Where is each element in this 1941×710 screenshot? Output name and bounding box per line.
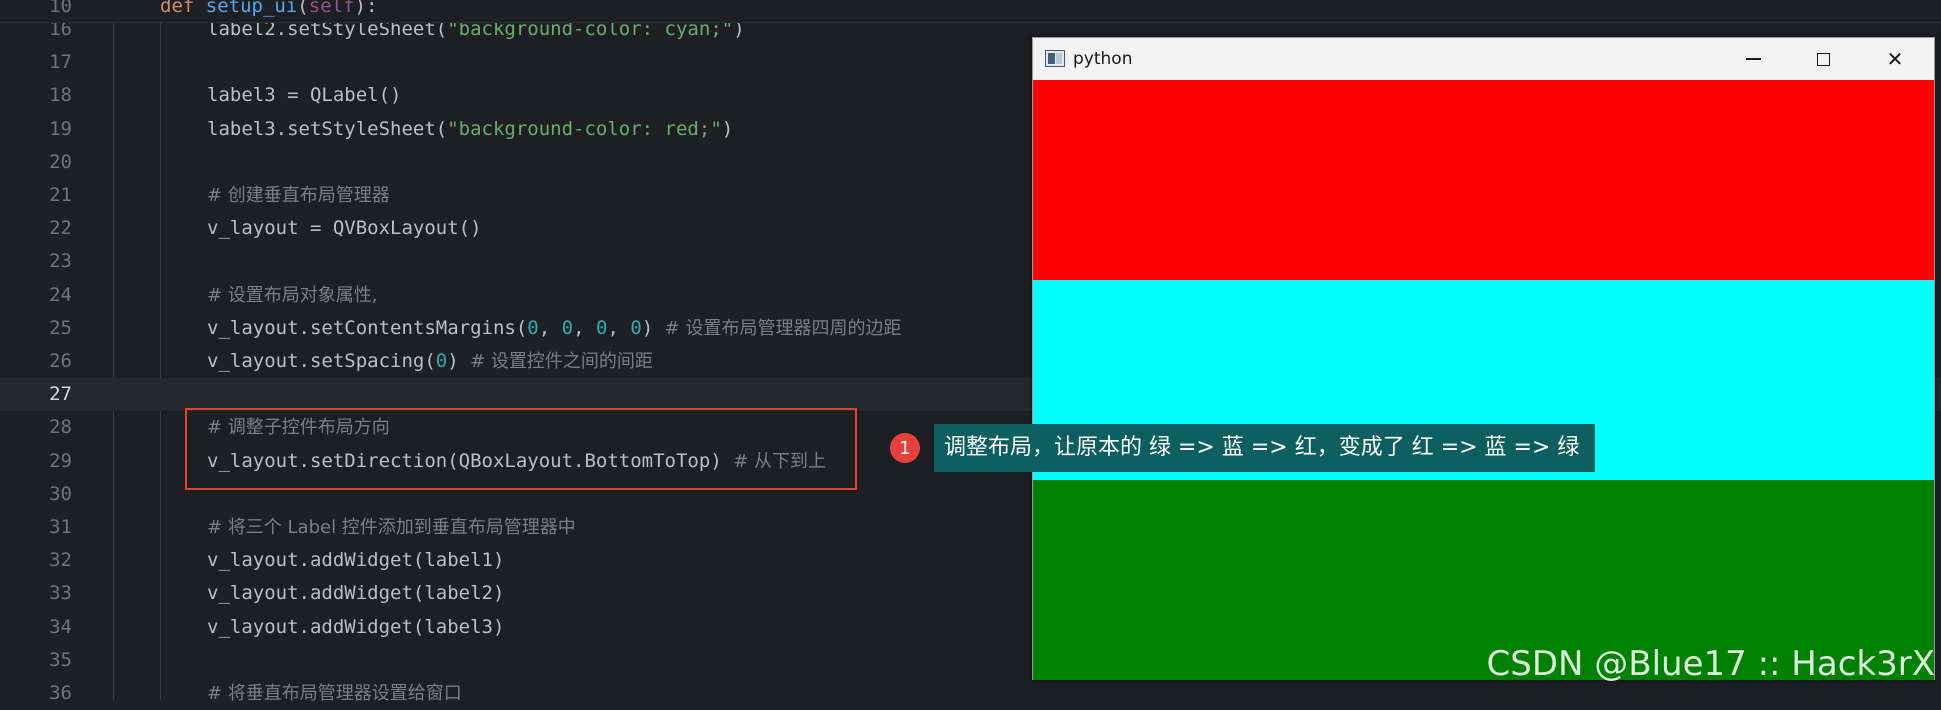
highlight-box (185, 408, 857, 490)
line-number: 30 (49, 482, 72, 505)
code-text: v_layout.addWidget(label1) (207, 544, 504, 577)
code-token: label3.setStyleSheet( (207, 117, 448, 140)
code-token: ) (447, 350, 471, 372)
line-number: 24 (49, 283, 72, 306)
line-number: 19 (49, 117, 72, 140)
function-name: setup_ui (205, 0, 298, 17)
close-icon: ✕ (1886, 47, 1904, 71)
code-text: # 将三个 Label 控件添加到垂直布局管理器中 (207, 511, 576, 544)
code-token: v_layout = QVBoxLayout() (207, 217, 482, 240)
app-icon (1045, 50, 1065, 67)
sticky-header-line[interactable]: 10 def setup_ui(self): (0, 0, 1941, 23)
punct: ): (354, 0, 378, 17)
code-token: label3 = QLabel() (207, 84, 402, 107)
line-number: 31 (49, 516, 72, 538)
window-titlebar[interactable]: python ✕ (1033, 38, 1934, 80)
punct: , (607, 316, 631, 339)
code-comment: # 将三个 Label 控件添加到垂直布局管理器中 (207, 517, 576, 538)
code-token: v_layout.setSpacing( (207, 350, 436, 372)
self-param: self (308, 0, 355, 17)
code-text: # 将垂直布局管理器设置给窗口 (207, 677, 462, 710)
code-comment: # 设置布局对象属性, (207, 284, 378, 306)
line-number: 26 (49, 350, 72, 372)
maximize-button[interactable] (1788, 38, 1858, 80)
string-literal: "background-color: red;" (447, 117, 722, 140)
number-literal: 0 (595, 316, 608, 339)
line-number: 34 (49, 615, 72, 638)
line-number: 21 (49, 184, 72, 206)
keyword: def (160, 0, 195, 17)
punct: , (573, 316, 596, 339)
callout-badge: 1 (890, 433, 920, 463)
code-token: ) (641, 316, 665, 339)
number-literal: 0 (561, 316, 574, 339)
line-number: 22 (49, 217, 72, 240)
punct: ( (297, 0, 309, 17)
window-title: python (1073, 49, 1133, 69)
code-text: label3 = QLabel() (207, 79, 401, 112)
label-band-red (1033, 80, 1934, 280)
number-literal: 0 (630, 316, 642, 339)
minimize-icon (1745, 58, 1761, 60)
punct: , (538, 316, 562, 339)
line-number: 33 (49, 582, 72, 605)
code-text: v_layout = QVBoxLayout() (207, 212, 482, 245)
window-client-area (1033, 80, 1934, 680)
line-number: 25 (49, 316, 72, 339)
line-number: 27 (49, 383, 72, 406)
code-text: v_layout.addWidget(label2) (207, 577, 504, 610)
callout-text: 调整布局，让原本的 绿 => 蓝 => 红，变成了 红 => 蓝 => 绿 (934, 424, 1596, 472)
line-number: 28 (49, 416, 72, 439)
code-comment: # 设置布局管理器四周的边距 (664, 317, 902, 339)
code-text: v_layout.setSpacing(0) # 设置控件之间的间距 (207, 345, 653, 378)
line-number: 36 (49, 682, 72, 704)
code-text: label3.setStyleSheet("background-color: … (207, 113, 733, 146)
number-literal: 0 (527, 316, 539, 339)
code-text: v_layout.addWidget(label3) (207, 611, 504, 644)
code-token: v_layout.setContentsMargins( (207, 316, 528, 339)
number-literal: 0 (435, 350, 448, 372)
code-token: ) (721, 117, 734, 140)
line-number: 35 (49, 648, 72, 671)
code-comment: # 将垂直布局管理器设置给窗口 (207, 683, 462, 704)
code-text: # 创建垂直布局管理器 (207, 179, 390, 212)
line-number: 10 (49, 0, 72, 17)
python-app-window[interactable]: python ✕ (1032, 37, 1935, 680)
code-comment: # 设置控件之间的间距 (470, 351, 653, 372)
code-text: # 设置布局对象属性, (207, 279, 378, 312)
line-number: 32 (49, 549, 72, 572)
maximize-icon (1816, 52, 1830, 66)
code-token: v_layout.addWidget(label3) (207, 615, 505, 638)
code-text: def setup_ui(self): (160, 0, 378, 17)
line-number: 23 (49, 250, 72, 273)
line-number: 18 (49, 84, 72, 107)
code-text: v_layout.setContentsMargins(0, 0, 0, 0) … (207, 312, 901, 345)
line-number: 17 (49, 51, 72, 74)
minimize-button[interactable] (1718, 38, 1788, 80)
line-number: 29 (49, 449, 72, 472)
watermark: CSDN @Blue17 :: Hack3rX (1486, 644, 1935, 684)
code-token: v_layout.addWidget(label2) (207, 582, 505, 605)
code-comment: # 创建垂直布局管理器 (207, 185, 390, 206)
line-number: 20 (49, 150, 72, 173)
close-button[interactable]: ✕ (1860, 38, 1930, 80)
code-token: v_layout.addWidget(label1) (207, 549, 505, 572)
